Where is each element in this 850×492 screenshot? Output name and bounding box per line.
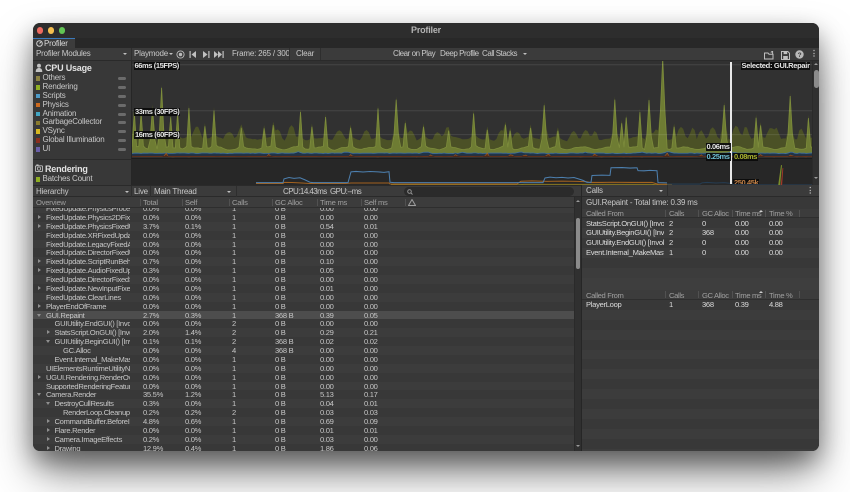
svg-text:?: ? [798,52,802,59]
